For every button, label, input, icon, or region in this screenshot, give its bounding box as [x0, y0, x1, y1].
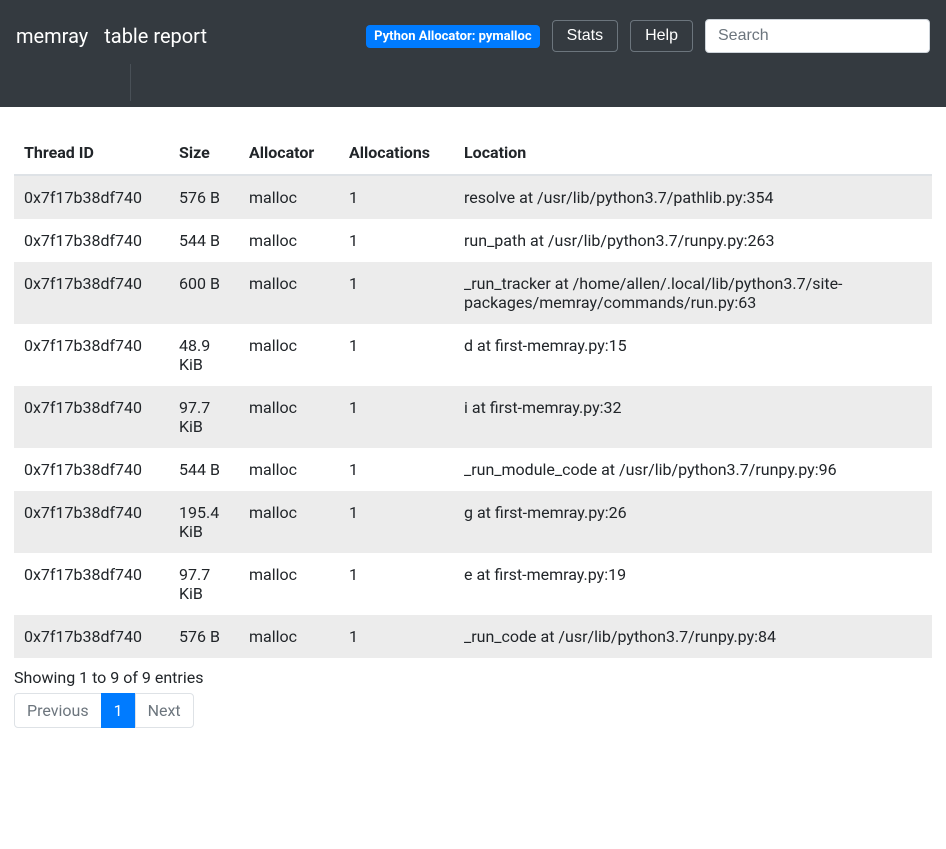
search-input[interactable]	[705, 19, 930, 53]
table-row[interactable]: 0x7f17b38df740544 Bmalloc1run_path at /u…	[14, 219, 932, 262]
cell-allocator: malloc	[239, 262, 339, 324]
cell-thread-id: 0x7f17b38df740	[14, 324, 169, 386]
cell-thread-id: 0x7f17b38df740	[14, 448, 169, 491]
cell-location: i at first-memray.py:32	[454, 386, 932, 448]
header-location[interactable]: Location	[454, 131, 932, 175]
cell-location: _run_code at /usr/lib/python3.7/runpy.py…	[454, 615, 932, 658]
header-allocations[interactable]: Allocations	[339, 131, 454, 175]
content: Thread ID Size Allocator Allocations Loc…	[0, 107, 946, 744]
cell-allocations: 1	[339, 448, 454, 491]
header-thread-id[interactable]: Thread ID	[14, 131, 169, 175]
header-allocator[interactable]: Allocator	[239, 131, 339, 175]
cell-allocator: malloc	[239, 553, 339, 615]
cell-thread-id: 0x7f17b38df740	[14, 262, 169, 324]
cell-size: 544 B	[169, 219, 239, 262]
table-row[interactable]: 0x7f17b38df740195.4 KiBmalloc1g at first…	[14, 491, 932, 553]
allocations-table: Thread ID Size Allocator Allocations Loc…	[14, 131, 932, 658]
table-row[interactable]: 0x7f17b38df740600 Bmalloc1_run_tracker a…	[14, 262, 932, 324]
table-row[interactable]: 0x7f17b38df74097.7 KiBmalloc1i at first-…	[14, 386, 932, 448]
cell-allocations: 1	[339, 615, 454, 658]
cell-allocations: 1	[339, 553, 454, 615]
cell-thread-id: 0x7f17b38df740	[14, 175, 169, 219]
cell-thread-id: 0x7f17b38df740	[14, 615, 169, 658]
cell-size: 48.9 KiB	[169, 324, 239, 386]
table-row[interactable]: 0x7f17b38df740544 Bmalloc1_run_module_co…	[14, 448, 932, 491]
table-row[interactable]: 0x7f17b38df740576 Bmalloc1resolve at /us…	[14, 175, 932, 219]
cell-allocator: malloc	[239, 615, 339, 658]
help-button[interactable]: Help	[630, 20, 693, 52]
brand[interactable]: memray	[16, 24, 88, 48]
cell-size: 600 B	[169, 262, 239, 324]
cell-allocations: 1	[339, 262, 454, 324]
table-row[interactable]: 0x7f17b38df740576 Bmalloc1_run_code at /…	[14, 615, 932, 658]
navbar: memray table report Python Allocator: py…	[0, 0, 946, 107]
stats-button[interactable]: Stats	[552, 20, 618, 52]
cell-allocations: 1	[339, 324, 454, 386]
cell-size: 576 B	[169, 175, 239, 219]
pagination-page-1[interactable]: 1	[101, 693, 136, 728]
cell-location: _run_tracker at /home/allen/.local/lib/p…	[454, 262, 932, 324]
cell-location: _run_module_code at /usr/lib/python3.7/r…	[454, 448, 932, 491]
cell-location: e at first-memray.py:19	[454, 553, 932, 615]
pagination-previous[interactable]: Previous	[14, 693, 102, 728]
cell-allocator: malloc	[239, 175, 339, 219]
page-title: table report	[104, 24, 207, 48]
cell-location: d at first-memray.py:15	[454, 324, 932, 386]
cell-thread-id: 0x7f17b38df740	[14, 553, 169, 615]
cell-size: 544 B	[169, 448, 239, 491]
cell-size: 195.4 KiB	[169, 491, 239, 553]
table-row[interactable]: 0x7f17b38df74097.7 KiBmalloc1e at first-…	[14, 553, 932, 615]
cell-location: run_path at /usr/lib/python3.7/runpy.py:…	[454, 219, 932, 262]
table-header-row: Thread ID Size Allocator Allocations Loc…	[14, 131, 932, 175]
cell-allocator: malloc	[239, 324, 339, 386]
table-row[interactable]: 0x7f17b38df74048.9 KiBmalloc1d at first-…	[14, 324, 932, 386]
cell-allocations: 1	[339, 386, 454, 448]
cell-thread-id: 0x7f17b38df740	[14, 386, 169, 448]
cell-size: 97.7 KiB	[169, 386, 239, 448]
table-info: Showing 1 to 9 of 9 entries	[14, 668, 932, 687]
pagination: Previous 1 Next	[14, 693, 932, 728]
cell-allocations: 1	[339, 175, 454, 219]
cell-allocations: 1	[339, 491, 454, 553]
cell-allocator: malloc	[239, 219, 339, 262]
cell-thread-id: 0x7f17b38df740	[14, 491, 169, 553]
cell-allocator: malloc	[239, 386, 339, 448]
cell-location: g at first-memray.py:26	[454, 491, 932, 553]
allocator-badge: Python Allocator: pymalloc	[366, 25, 539, 48]
cell-location: resolve at /usr/lib/python3.7/pathlib.py…	[454, 175, 932, 219]
cell-size: 576 B	[169, 615, 239, 658]
cell-allocator: malloc	[239, 448, 339, 491]
cell-size: 97.7 KiB	[169, 553, 239, 615]
cell-allocator: malloc	[239, 491, 339, 553]
pagination-next[interactable]: Next	[135, 693, 194, 728]
cell-thread-id: 0x7f17b38df740	[14, 219, 169, 262]
header-size[interactable]: Size	[169, 131, 239, 175]
cell-allocations: 1	[339, 219, 454, 262]
